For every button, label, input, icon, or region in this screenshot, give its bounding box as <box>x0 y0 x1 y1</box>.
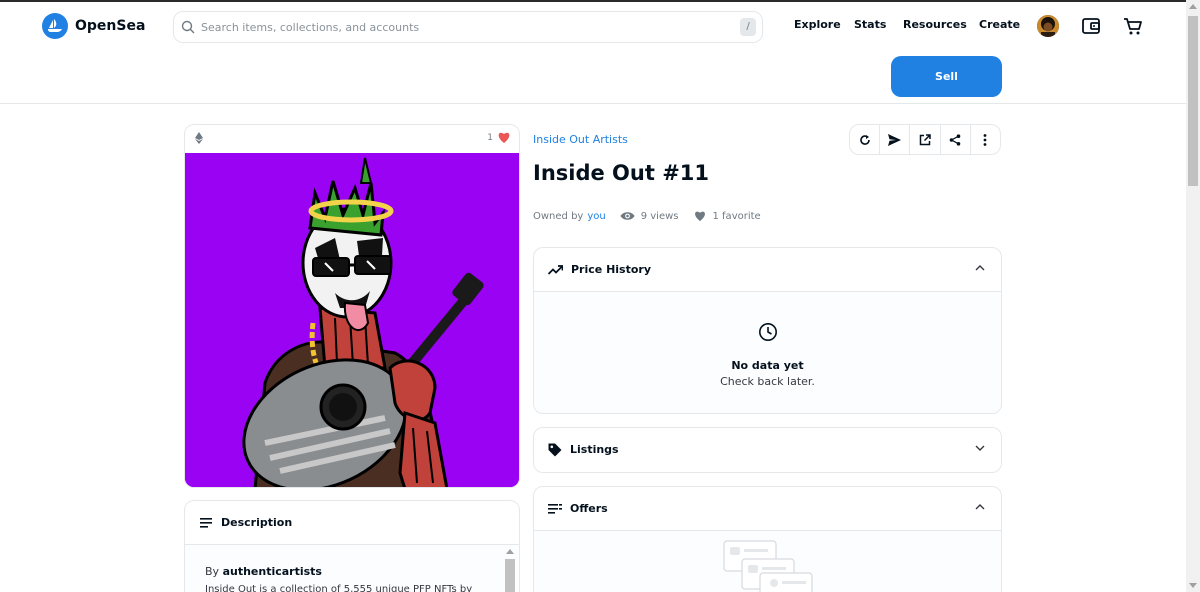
description-card: Description By authenticartists Inside O… <box>184 500 520 592</box>
search-bar[interactable]: / <box>173 11 763 43</box>
description-scrollbar[interactable] <box>505 559 515 592</box>
opensea-logo[interactable]: OpenSea <box>42 13 145 39</box>
listings-panel: Listings <box>533 427 1002 473</box>
eye-icon <box>620 212 635 220</box>
share-icon <box>949 133 961 146</box>
item-stats-row: Owned by you 9 views 1 favorite <box>533 210 761 222</box>
cart-icon[interactable] <box>1122 15 1144 37</box>
top-navbar: OpenSea / Explore Stats Resources Create <box>0 2 1186 50</box>
transfer-button[interactable] <box>880 125 911 154</box>
offers-body <box>534 530 1001 592</box>
owned-by-label: Owned by <box>533 210 584 222</box>
clock-icon <box>758 323 777 341</box>
no-data-subtitle: Check back later. <box>720 375 815 388</box>
search-icon <box>181 20 195 34</box>
opensea-logo-icon <box>42 13 68 39</box>
offers-header[interactable]: Offers <box>534 487 1001 530</box>
price-history-header[interactable]: Price History <box>534 248 1001 291</box>
favorite-count: 1 <box>487 133 493 143</box>
refresh-button[interactable] <box>850 125 881 154</box>
listings-header[interactable]: Listings <box>534 428 1001 471</box>
nft-artwork-image[interactable] <box>185 153 519 487</box>
collection-link[interactable]: Inside Out Artists <box>533 133 628 146</box>
nav-resources[interactable]: Resources <box>903 18 967 31</box>
by-label: By <box>205 565 220 578</box>
description-creator: By authenticartists <box>205 565 499 578</box>
creator-link[interactable]: authenticartists <box>223 565 322 578</box>
heart-icon[interactable] <box>497 131 511 144</box>
scroll-down-arrow[interactable] <box>1189 583 1197 588</box>
price-history-panel: Price History No data yet Check back lat… <box>533 247 1002 414</box>
owner-link[interactable]: you <box>587 211 605 222</box>
chevron-up-icon <box>975 265 985 271</box>
description-title: Description <box>221 516 293 529</box>
price-history-title: Price History <box>571 263 652 276</box>
wallet-icon[interactable] <box>1080 15 1102 37</box>
search-shortcut-key: / <box>740 18 756 36</box>
listings-title: Listings <box>570 443 619 456</box>
description-scroll-up[interactable] <box>506 549 514 554</box>
page-scrollbar[interactable] <box>1186 0 1200 592</box>
tag-icon <box>548 443 562 456</box>
refresh-icon <box>859 134 870 145</box>
trending-icon <box>548 264 563 275</box>
offers-title: Offers <box>570 502 608 515</box>
share-button[interactable] <box>941 125 971 154</box>
send-icon <box>888 133 902 146</box>
offers-list-icon <box>548 503 562 514</box>
price-history-body: No data yet Check back later. <box>534 291 1001 413</box>
scrollbar-thumb[interactable] <box>1188 16 1198 186</box>
item-title: Inside Out #11 <box>533 161 710 185</box>
nav-create[interactable]: Create <box>979 18 1020 31</box>
nft-image-card: 1 <box>184 124 520 488</box>
favorite-heart-icon <box>694 211 705 222</box>
owner-action-bar: Sell <box>0 50 1186 104</box>
scroll-up-arrow[interactable] <box>1189 4 1197 9</box>
empty-offers-illustration <box>723 540 813 592</box>
chevron-up-icon <box>975 504 985 510</box>
external-link-icon <box>919 133 931 145</box>
views-count: 9 views <box>640 210 679 222</box>
description-text: Inside Out is a collection of 5,555 uniq… <box>205 584 473 592</box>
ethereum-icon <box>195 132 203 144</box>
nav-explore[interactable]: Explore <box>794 18 841 31</box>
no-data-title: No data yet <box>731 359 804 372</box>
more-options-button[interactable] <box>971 125 1000 154</box>
search-input[interactable] <box>201 20 721 34</box>
chevron-down-icon <box>975 445 985 451</box>
avatar[interactable] <box>1037 15 1059 37</box>
image-card-header: 1 <box>185 125 519 153</box>
view-original-button[interactable] <box>910 125 941 154</box>
price-history-empty-state: No data yet Check back later. <box>534 322 1001 388</box>
description-header[interactable]: Description <box>185 501 519 545</box>
more-icon <box>984 133 987 146</box>
nav-stats[interactable]: Stats <box>854 18 886 31</box>
logo-text: OpenSea <box>75 18 146 34</box>
description-body: By authenticartists Inside Out is a coll… <box>185 545 519 592</box>
favorites-count: 1 favorite <box>712 210 761 222</box>
item-action-toolbar <box>849 124 1001 155</box>
description-lines-icon <box>200 517 212 528</box>
sell-button[interactable]: Sell <box>891 56 1002 97</box>
offers-panel: Offers <box>533 486 1002 592</box>
